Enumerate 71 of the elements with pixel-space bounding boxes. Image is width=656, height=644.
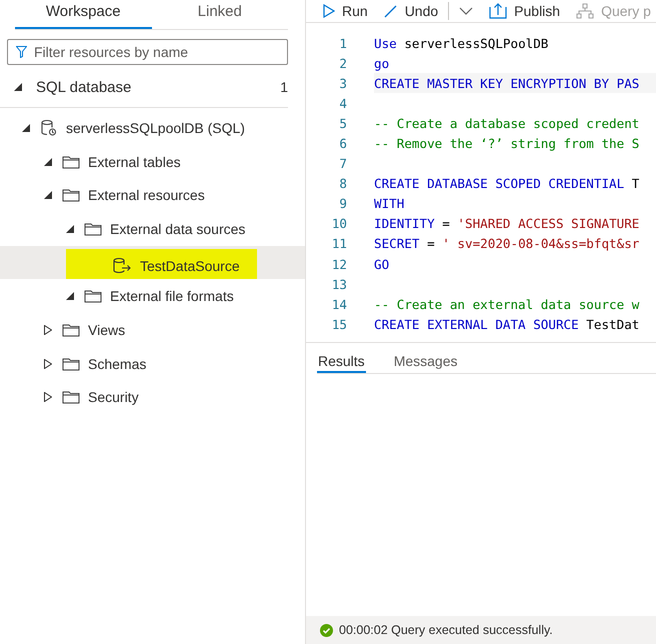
line-number: 6 <box>338 136 347 152</box>
code-line: CREATE EXTERNAL DATA SOURCE TestDat <box>374 316 640 334</box>
expanded-arrow-icon[interactable] <box>42 191 54 200</box>
line-number: 13 <box>330 276 347 292</box>
code-line: WITH <box>374 195 406 214</box>
tree-item[interactable]: Security <box>0 380 305 414</box>
run-button[interactable]: Run <box>323 3 368 19</box>
collapsed-arrow-icon[interactable] <box>42 358 54 369</box>
publish-button[interactable]: Publish <box>489 3 560 19</box>
expanded-arrow-icon[interactable] <box>64 224 76 233</box>
filter-icon <box>16 46 27 58</box>
tree-item[interactable]: External file formats <box>0 279 305 314</box>
line-number: 8 <box>338 176 347 192</box>
line-number: 5 <box>338 116 347 131</box>
data-source-icon <box>112 257 132 276</box>
expanded-arrow-icon[interactable] <box>20 124 32 132</box>
tree-item[interactable]: serverlessSQLpoolDB (SQL) <box>0 111 305 145</box>
folder-icon <box>62 154 80 169</box>
code-line: IDENTITY = 'SHARED ACCESS SIGNATURE <box>374 215 640 234</box>
line-number: 14 <box>330 296 347 312</box>
code-line: -- Create a database scoped credent <box>374 114 640 133</box>
tree-item[interactable]: External data sources <box>0 212 305 246</box>
folder-icon <box>62 390 80 404</box>
code-line: -- Remove the ‘?’ string from the S <box>374 135 640 154</box>
code-line: go <box>374 54 390 73</box>
status-message: 00:00:02 Query executed successfully. <box>339 623 553 637</box>
section-title: SQL database <box>36 78 132 96</box>
line-number: 9 <box>338 196 347 212</box>
line-number: 12 <box>330 256 347 272</box>
line-number: 7 <box>338 156 347 172</box>
upload-icon <box>489 3 508 19</box>
tree-item[interactable]: TestDataSource <box>0 246 305 280</box>
code-line: Use serverlessSQLPoolDB <box>374 34 550 53</box>
tree-item[interactable]: External tables <box>0 144 305 178</box>
line-number: 1 <box>338 36 347 51</box>
collapsed-arrow-icon[interactable] <box>42 392 54 402</box>
folder-icon <box>62 356 80 371</box>
code-line: SECRET = ' sv=2020-08-04&ss=bfqt&sr <box>374 235 640 254</box>
line-number: 3 <box>338 76 347 91</box>
folder-icon <box>62 188 80 202</box>
chevron-down-icon <box>459 6 474 16</box>
folder-icon <box>62 322 80 337</box>
results-tab[interactable]: Results <box>317 343 366 373</box>
tree-item[interactable]: External resources <box>0 178 305 212</box>
hierarchy-icon <box>576 3 594 19</box>
line-number: 10 <box>330 216 347 232</box>
database-icon <box>40 118 58 137</box>
code-line: -- Create an external data source w <box>374 296 640 314</box>
line-number: 4 <box>338 96 347 111</box>
sidebar-tab[interactable]: Linked <box>152 0 288 29</box>
collapsed-arrow-icon[interactable] <box>42 324 54 335</box>
play-icon <box>323 4 335 18</box>
dropdown-button[interactable] <box>459 6 474 16</box>
filter-field[interactable]: Filter resources by name <box>7 39 288 65</box>
highlight-mark: TestDataSource <box>66 248 257 280</box>
results-tab[interactable]: Messages <box>392 343 458 373</box>
expand-arrow-icon[interactable] <box>12 83 24 91</box>
line-number: 2 <box>338 56 347 71</box>
sidebar-tab[interactable]: Workspace <box>15 0 152 29</box>
tree-item[interactable]: Schemas <box>0 346 305 380</box>
folder-icon <box>84 222 102 236</box>
folder-icon <box>84 289 102 304</box>
expanded-arrow-icon[interactable] <box>42 158 54 166</box>
expanded-arrow-icon[interactable] <box>64 292 76 300</box>
line-number: 15 <box>330 316 347 332</box>
undo-button[interactable]: Undo <box>384 3 438 19</box>
line-number: 11 <box>330 236 347 252</box>
code-line: GO <box>374 256 390 274</box>
item-count: 1 <box>280 79 288 95</box>
tree-item[interactable]: Views <box>0 313 305 347</box>
code-line: CREATE DATABASE SCOPED CREDENTIAL T <box>374 175 640 194</box>
